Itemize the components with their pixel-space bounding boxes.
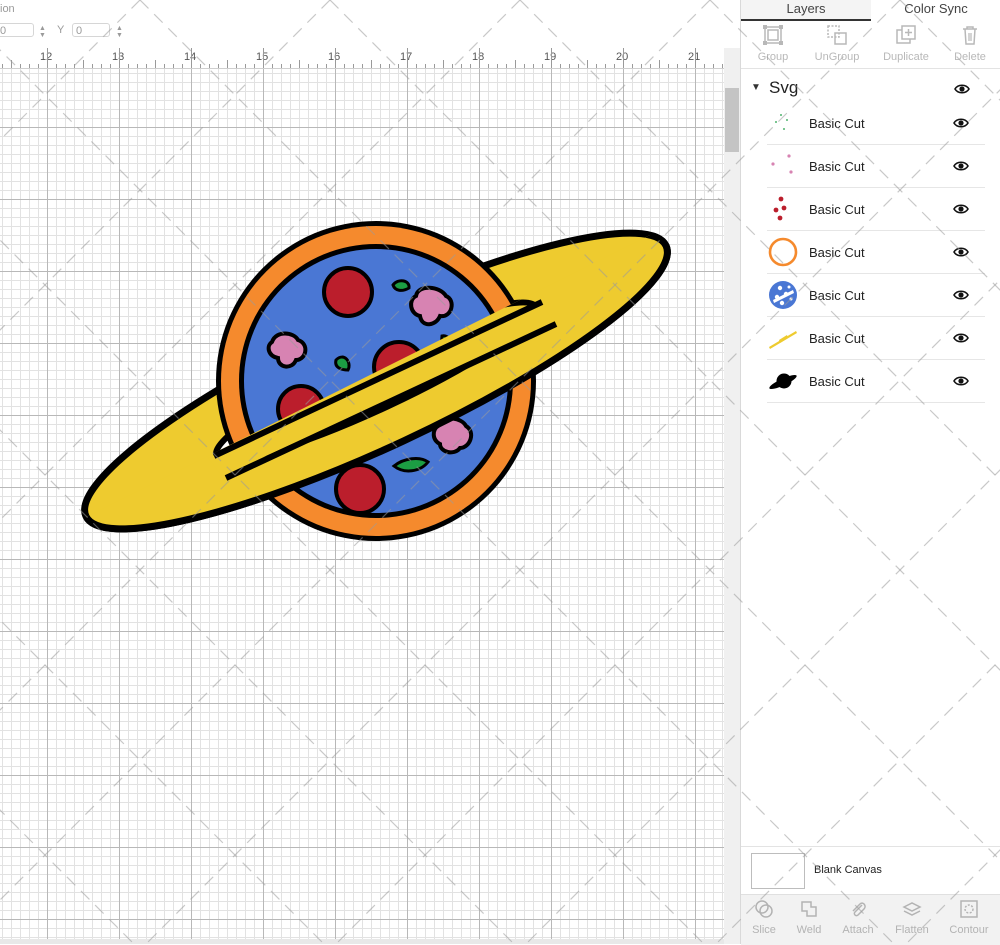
ungroup-button-label: UnGroup [814, 51, 860, 63]
eye-icon[interactable] [953, 332, 969, 344]
group-button-label: Group [757, 51, 789, 63]
flatten-icon [902, 902, 922, 916]
layer-toolbar: Group UnGroup Duplicate Delete [741, 20, 1000, 69]
collapse-caret-icon[interactable]: ▼ [751, 82, 761, 93]
weld-icon [801, 901, 817, 917]
attach-button-label: Attach [842, 924, 874, 936]
blank-canvas-swatch[interactable] [751, 853, 805, 889]
layer-row[interactable]: Basic Cut [767, 102, 985, 145]
flatten-button-label: Flatten [895, 924, 929, 936]
slice-icon [755, 900, 773, 918]
delete-button-label: Delete [954, 51, 986, 63]
layer-thumbnail-red-dots [773, 196, 787, 221]
layer-thumbnail-pink-specks [771, 154, 793, 174]
group-icon [763, 25, 783, 45]
tab-layers[interactable]: Layers [741, 0, 871, 21]
attach-button[interactable]: Attach [832, 899, 884, 936]
layer-group-label: Svg [769, 78, 799, 97]
duplicate-button-label: Duplicate [883, 51, 929, 63]
layer-row[interactable]: Basic Cut [767, 145, 985, 188]
contour-icon [960, 900, 978, 918]
delete-button[interactable]: Delete [938, 24, 1000, 63]
eye-icon[interactable] [953, 203, 969, 215]
duplicate-icon [896, 25, 916, 44]
blank-canvas-label: Blank Canvas [814, 864, 882, 876]
eye-icon[interactable] [953, 246, 969, 258]
group-button[interactable]: Group [741, 24, 805, 63]
layer-row[interactable]: Basic Cut [767, 317, 985, 360]
duplicate-button[interactable]: Duplicate [874, 24, 938, 63]
layer-row[interactable]: Basic Cut [767, 360, 985, 403]
weld-button[interactable]: Weld [783, 899, 835, 936]
layer-group-svg[interactable]: ▼ Svg [741, 74, 1000, 102]
layer-thumbnail-black-silhouette [769, 373, 797, 390]
eye-icon[interactable] [953, 117, 969, 129]
layer-label: Basic Cut [809, 116, 865, 131]
layers-panel: Layers Color Sync Group UnGroup Duplicat… [740, 0, 1000, 945]
design-canvas[interactable]: ion 0 ▲ ▼ Y 0 ▲ ▼ 12131415161718192021 [0, 0, 740, 944]
trash-icon [963, 26, 977, 45]
layer-thumbnail-blue-planet [769, 281, 797, 309]
flatten-button[interactable]: Flatten [886, 899, 938, 936]
layer-thumbnail-yellow-ring [769, 331, 797, 349]
layer-label: Basic Cut [809, 159, 865, 174]
eye-icon[interactable] [953, 375, 969, 387]
layer-label: Basic Cut [809, 288, 865, 303]
ungroup-icon [827, 25, 847, 45]
layer-label: Basic Cut [809, 331, 865, 346]
planet-artwork[interactable] [0, 0, 740, 944]
ungroup-button[interactable]: UnGroup [805, 24, 869, 63]
layer-thumbnail-green-specks [775, 114, 788, 130]
layer-label: Basic Cut [809, 374, 865, 389]
bottom-toolbar: Slice Weld Attach Flatten Contour [741, 894, 1000, 945]
tab-color-sync[interactable]: Color Sync [871, 0, 1000, 19]
layer-row[interactable]: Basic Cut [767, 188, 985, 231]
panel-tabs: Layers Color Sync [741, 0, 1000, 21]
layer-thumbnail-orange-ring [768, 237, 798, 267]
layer-label: Basic Cut [809, 202, 865, 217]
layer-row[interactable]: Basic Cut [767, 231, 985, 274]
contour-button[interactable]: Contour [943, 899, 995, 936]
weld-button-label: Weld [796, 924, 822, 936]
blank-canvas-row[interactable]: Blank Canvas [741, 846, 1000, 895]
layer-row[interactable]: Basic Cut [767, 274, 985, 317]
eye-icon[interactable] [953, 289, 969, 301]
eye-icon[interactable] [954, 83, 970, 95]
contour-button-label: Contour [949, 924, 989, 936]
attach-icon [852, 902, 866, 917]
layer-label: Basic Cut [809, 245, 865, 260]
eye-icon[interactable] [953, 160, 969, 172]
